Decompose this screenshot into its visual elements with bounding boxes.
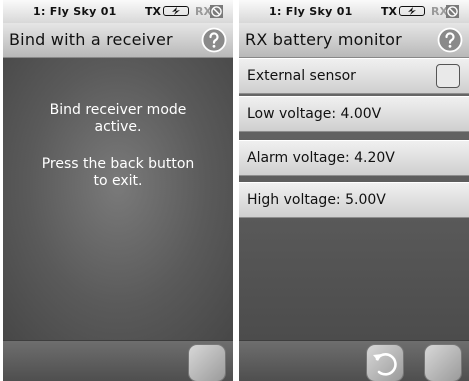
external-sensor-row[interactable]: External sensor [239,58,469,94]
back-arrow-icon [373,353,397,376]
page-title: RX battery monitor [245,30,402,49]
title-bar: RX battery monitor [239,23,469,58]
help-button[interactable] [201,27,227,53]
no-signal-icon [446,5,459,18]
question-mark-icon [201,27,227,53]
tx-label: TX [381,5,397,18]
page-title: Bind with a receiver [9,30,173,49]
row-label: External sensor [247,68,356,84]
question-mark-icon [437,27,463,53]
model-name: 1: Fly Sky 01 [33,5,117,18]
footer-bar [3,340,233,381]
row-label: High voltage: 5.00V [247,192,386,208]
footer-button[interactable] [425,345,461,381]
model-name: 1: Fly Sky 01 [269,5,353,18]
message-line: Press the back button [41,156,195,172]
settings-list: External sensor Low voltage: 4.00V Alarm… [239,58,469,340]
external-sensor-checkbox[interactable] [436,64,460,88]
footer-bar [239,340,469,381]
status-bar: 1: Fly Sky 01 TX RX [239,0,469,23]
battery-icon [399,6,425,16]
low-voltage-row[interactable]: Low voltage: 4.00V [239,96,469,132]
message-line: to exit. [93,173,143,189]
rx-battery-screen: 1: Fly Sky 01 TX RX RX battery monitor E… [239,0,469,381]
status-bar: 1: Fly Sky 01 TX RX [3,0,233,23]
title-bar: Bind with a receiver [3,23,233,58]
tx-label: TX [145,5,161,18]
message-line: active. [94,119,142,135]
help-button[interactable] [437,27,463,53]
message-area: Bind receiver mode active. Press the bac… [3,58,233,340]
back-button[interactable] [367,345,403,381]
battery-icon [163,6,189,16]
no-signal-icon [210,5,223,18]
row-label: Alarm voltage: 4.20V [247,150,395,166]
bind-receiver-screen: 1: Fly Sky 01 TX RX Bind with a receiver… [3,0,233,381]
footer-button[interactable] [189,345,225,381]
alarm-voltage-row[interactable]: Alarm voltage: 4.20V [239,140,469,176]
message-line: Bind receiver mode [49,102,187,118]
row-label: Low voltage: 4.00V [247,106,382,122]
high-voltage-row[interactable]: High voltage: 5.00V [239,182,469,218]
